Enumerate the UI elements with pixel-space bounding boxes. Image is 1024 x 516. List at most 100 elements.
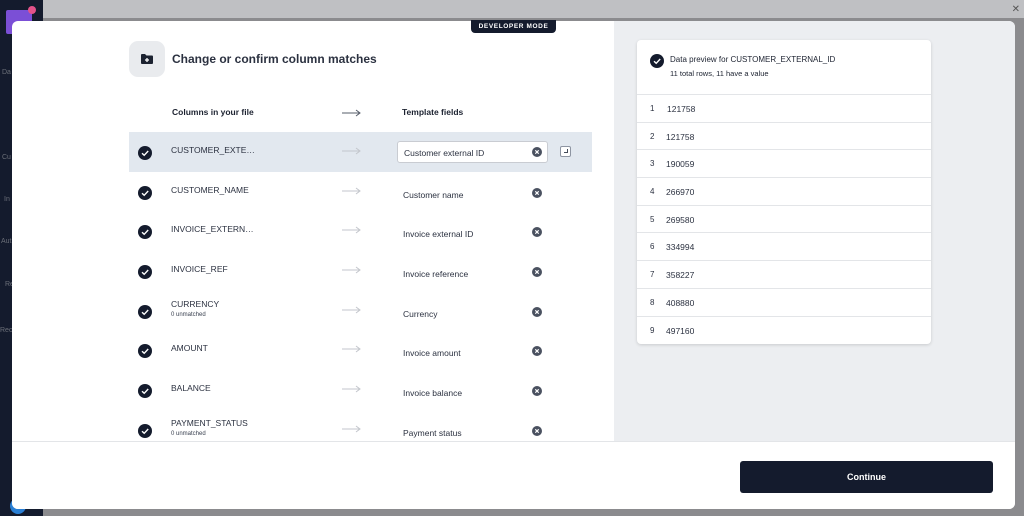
match-row[interactable]: BALANCE Invoice balance: [129, 370, 592, 410]
preview-row: 1 121758: [637, 94, 931, 122]
check-circle-icon: [138, 225, 152, 240]
bg-nav-fragment: In: [4, 196, 10, 203]
column-name: BALANCE: [171, 383, 211, 394]
template-field-value: Customer external ID: [404, 148, 485, 158]
row-value: 269580: [666, 214, 695, 225]
column-name: PAYMENT_STATUS: [171, 417, 248, 428]
preview-row: 6 334994: [637, 232, 931, 260]
row-index: 5: [650, 214, 655, 224]
template-field-value[interactable]: Invoice reference: [403, 269, 468, 279]
template-field-value[interactable]: Invoice external ID: [403, 229, 473, 239]
bg-nav-fragment: Da: [2, 69, 11, 76]
check-circle-icon: [138, 146, 152, 160]
arrow-right-icon: [342, 385, 361, 393]
preview-panel: Data preview for CUSTOMER_EXTERNAL_ID 11…: [614, 21, 1015, 441]
clear-icon[interactable]: [532, 187, 542, 198]
arrow-right-icon: [342, 187, 361, 195]
row-index: 7: [650, 270, 655, 280]
preview-row: 3 190059: [637, 149, 931, 177]
column-name: CUSTOMER_NAME: [171, 184, 249, 195]
template-field-value[interactable]: Invoice balance: [403, 388, 462, 398]
folder-plus-icon: [129, 41, 165, 77]
preview-row: 2 121758: [637, 121, 931, 150]
check-circle-icon: [138, 265, 152, 280]
bg-nav-fragment: Aut: [1, 238, 12, 245]
unmatched-count: 0 unmatched: [171, 430, 206, 437]
clear-icon[interactable]: [532, 227, 542, 238]
preview-subtitle: 11 total rows, 11 have a value: [670, 69, 769, 78]
row-value: 121758: [667, 104, 696, 114]
match-row[interactable]: AMOUNT Invoice amount: [129, 330, 592, 370]
template-field-value[interactable]: Invoice amount: [403, 348, 461, 358]
row-index: 4: [650, 187, 655, 197]
data-preview-card: Data preview for CUSTOMER_EXTERNAL_ID 11…: [637, 40, 931, 344]
row-index: 2: [650, 131, 655, 141]
row-value: 358227: [666, 270, 695, 281]
row-value: 190059: [666, 159, 695, 170]
column-match-list: CUSTOMER_EXTE… Customer external ID CUST…: [129, 132, 592, 450]
column-name: CUSTOMER_EXTE…: [171, 145, 255, 155]
match-row[interactable]: CUSTOMER_NAME Customer name: [129, 172, 592, 212]
arrow-right-icon: [342, 306, 361, 314]
check-circle-icon: [138, 344, 152, 359]
row-index: 9: [650, 325, 655, 335]
arrow-right-icon: [342, 425, 361, 433]
clear-icon[interactable]: [532, 306, 542, 317]
column-name: CURRENCY: [171, 298, 220, 309]
unmatched-count: 0 unmatched: [171, 311, 206, 318]
match-row[interactable]: CURRENCY 0 unmatched Currency: [129, 291, 592, 331]
preview-row: 7 358227: [637, 260, 931, 288]
row-index: 8: [650, 297, 655, 307]
bg-nav-fragment: Cu: [2, 154, 11, 161]
clear-icon[interactable]: [532, 425, 542, 436]
continue-button[interactable]: Continue: [740, 461, 993, 493]
preview-row: 8 408880: [637, 287, 931, 316]
column-matching-modal: Change or confirm column matches Columns…: [12, 21, 1015, 509]
row-index: 1: [650, 104, 655, 113]
arrow-right-icon: [342, 266, 361, 274]
check-circle-icon: [650, 54, 664, 68]
preview-list: 1 121758 2 121758 3 190059 4 266970 5 269580 …: [637, 94, 931, 343]
close-icon: ✕: [1011, 4, 1020, 15]
match-row[interactable]: INVOICE_REF Invoice reference: [129, 251, 592, 291]
template-fields-header: Template fields: [402, 107, 464, 117]
check-circle-icon: [138, 304, 152, 319]
columns-header: Columns in your file: [172, 107, 254, 117]
column-name: AMOUNT: [171, 343, 208, 354]
arrow-right-icon: [342, 346, 361, 353]
match-row[interactable]: INVOICE_EXTERN… Invoice external ID: [129, 211, 592, 251]
row-value: 266970: [666, 187, 695, 198]
template-field-value[interactable]: Payment status: [403, 428, 462, 438]
check-circle-icon: [138, 384, 152, 399]
row-value: 497160: [666, 325, 695, 336]
template-field-value[interactable]: Currency: [403, 309, 437, 319]
preview-title: Data preview for CUSTOMER_EXTERNAL_ID: [670, 55, 836, 64]
arrow-right-icon: [342, 147, 361, 155]
row-index: 6: [650, 242, 655, 252]
arrow-right-icon: [342, 226, 361, 234]
page-title: Change or confirm column matches: [172, 52, 377, 66]
clear-icon[interactable]: [532, 346, 542, 357]
modal-footer: Continue: [12, 441, 1015, 509]
background-topbar: ✕: [43, 0, 1024, 18]
clear-icon[interactable]: [532, 386, 542, 397]
preview-row: 9 497160: [637, 315, 931, 344]
template-field-value[interactable]: Customer name: [403, 190, 463, 200]
preview-row: 5 269580: [637, 204, 931, 233]
check-circle-icon: [138, 185, 152, 200]
developer-mode-badge: DEVELOPER MODE: [471, 20, 556, 33]
column-name: INVOICE_REF: [171, 264, 228, 275]
row-value: 334994: [666, 242, 695, 253]
row-value: 408880: [666, 297, 695, 308]
clear-icon[interactable]: [532, 147, 542, 157]
row-value: 121758: [666, 131, 695, 142]
column-name: INVOICE_EXTERN…: [171, 224, 254, 235]
clear-icon[interactable]: [532, 267, 542, 278]
preview-row: 4 266970: [637, 177, 931, 205]
template-field-select[interactable]: Customer external ID: [397, 141, 548, 163]
match-row[interactable]: CUSTOMER_EXTE… Customer external ID: [129, 132, 592, 172]
arrow-right-icon: [342, 104, 362, 122]
row-index: 3: [650, 159, 655, 169]
check-circle-icon: [138, 423, 152, 438]
open-preview-icon[interactable]: [560, 146, 571, 157]
